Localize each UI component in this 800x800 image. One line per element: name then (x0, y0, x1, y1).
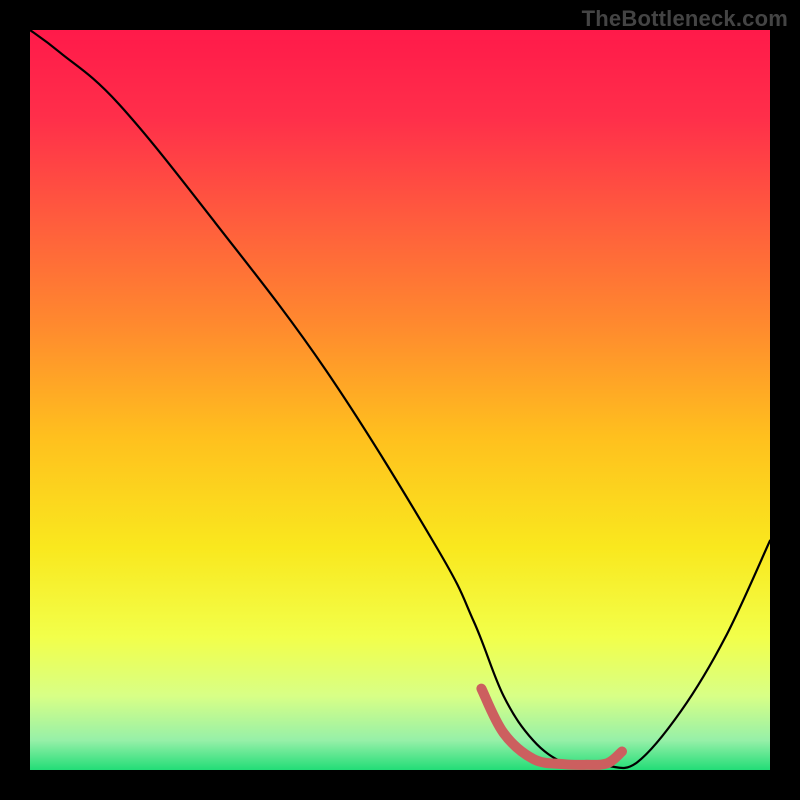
gradient-bg (30, 30, 770, 770)
plot-area (30, 30, 770, 770)
watermark-text: TheBottleneck.com (582, 6, 788, 32)
chart-container: TheBottleneck.com (0, 0, 800, 800)
chart-svg (30, 30, 770, 770)
